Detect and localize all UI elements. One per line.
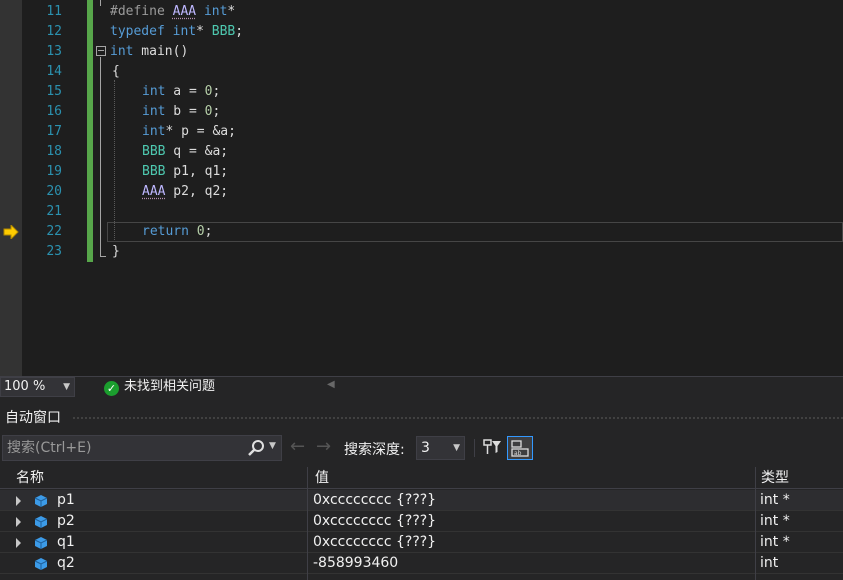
chevron-down-icon: ▼: [63, 382, 70, 392]
change-tracking-bar: [87, 0, 93, 262]
line-number: 11: [46, 4, 62, 19]
outline-end: [100, 256, 106, 257]
expand-arrow-icon[interactable]: [16, 538, 21, 548]
line-number: 12: [46, 24, 62, 39]
variable-value[interactable]: 0xcccccccc {???}: [313, 532, 436, 553]
arrow-right-icon[interactable]: →: [316, 436, 331, 458]
column-header-name[interactable]: 名称: [12, 467, 44, 489]
variables-grid: 名称 值 类型 p1 0xcccccccc {???} int * p2 0xc…: [0, 467, 843, 580]
code-line: typedef int* BBB;: [110, 24, 244, 39]
line-number: 13: [46, 44, 62, 59]
variable-type: int *: [760, 534, 790, 550]
variable-icon: [34, 495, 48, 507]
chevron-down-icon[interactable]: ▼: [269, 441, 276, 451]
expand-arrow-icon[interactable]: [16, 496, 21, 506]
table-row[interactable]: q1 0xcccccccc {???} int *: [0, 532, 843, 553]
collapse-toggle-icon[interactable]: [96, 46, 106, 56]
search-icon[interactable]: [247, 439, 265, 457]
variable-icon: [34, 537, 48, 549]
toolbar-separator: [474, 439, 475, 457]
line-number-gutter: 11 12 13 14 15 16 17 18 19 20 21 22 23: [22, 0, 62, 376]
code-line: AAA p2, q2;: [142, 184, 229, 199]
line-number: 18: [46, 144, 62, 159]
code-text[interactable]: #define AAA int* typedef int* BBB; int m…: [110, 0, 843, 376]
variable-name: p2: [57, 513, 75, 529]
variable-name: q2: [57, 555, 75, 571]
editor-status-strip: 100 % ▼ ✓ 未找到相关问题 ◀: [0, 376, 843, 397]
variable-type: int *: [760, 492, 790, 508]
table-row[interactable]: p1 0xcccccccc {???} int *: [0, 490, 843, 511]
code-editor[interactable]: 11 12 13 14 15 16 17 18 19 20 21 22 23 #…: [0, 0, 843, 376]
line-number: 17: [46, 124, 62, 139]
code-line: }: [112, 244, 120, 259]
code-line: int a = 0;: [142, 84, 221, 99]
table-row[interactable]: p2 0xcccccccc {???} int *: [0, 511, 843, 532]
variable-value[interactable]: 0xcccccccc {???}: [313, 511, 436, 532]
issues-text: 未找到相关问题: [124, 379, 216, 394]
column-divider[interactable]: [307, 467, 308, 580]
autos-window: 自动窗口 ▼ ← → 搜索深度: 3 ▼ ab: [0, 397, 843, 580]
column-header-value[interactable]: 值: [311, 467, 329, 489]
zoom-value: 100 %: [4, 379, 46, 394]
outline-line: [100, 57, 101, 257]
panel-title: 自动窗口: [5, 410, 61, 426]
code-line: int main(): [110, 44, 189, 59]
variable-name: q1: [57, 534, 75, 550]
scroll-left-icon[interactable]: ◀: [327, 379, 335, 390]
variable-type: int: [760, 555, 779, 571]
search-box[interactable]: ▼: [2, 435, 282, 461]
column-header-type[interactable]: 类型: [757, 467, 789, 489]
search-depth-value: 3: [421, 440, 430, 456]
variable-value[interactable]: -858993460: [313, 553, 398, 574]
code-line: int* p = &a;: [142, 124, 236, 139]
code-line: BBB q = &a;: [142, 144, 229, 159]
table-row[interactable]: q2 -858993460 int: [0, 553, 843, 574]
line-number: 23: [46, 244, 62, 259]
code-line: return 0;: [142, 224, 213, 239]
glyph-margin[interactable]: [0, 0, 22, 376]
panel-grip[interactable]: [72, 416, 843, 420]
line-number: 16: [46, 104, 62, 119]
search-input[interactable]: [3, 436, 243, 460]
hex-display-toggle[interactable]: ab: [507, 436, 533, 460]
search-depth-label: 搜索深度:: [344, 442, 405, 458]
zoom-dropdown[interactable]: 100 % ▼: [0, 377, 75, 397]
check-circle-icon: ✓: [104, 381, 119, 396]
code-line: #define AAA int*: [110, 4, 236, 19]
column-divider[interactable]: [755, 467, 756, 580]
variable-value[interactable]: 0xcccccccc {???}: [313, 490, 436, 511]
line-number: 22: [46, 224, 62, 239]
issues-indicator[interactable]: ✓ 未找到相关问题: [104, 378, 215, 396]
line-number: 19: [46, 164, 62, 179]
code-line: BBB p1, q1;: [142, 164, 229, 179]
variable-name: p1: [57, 492, 75, 508]
line-number: 14: [46, 64, 62, 79]
svg-text:ab: ab: [514, 450, 522, 457]
variable-icon: [34, 516, 48, 528]
line-number: 20: [46, 184, 62, 199]
search-depth-dropdown[interactable]: 3 ▼: [416, 436, 465, 460]
line-number: 15: [46, 84, 62, 99]
execution-pointer-icon: [3, 225, 19, 239]
chevron-down-icon: ▼: [453, 443, 460, 453]
code-line: int b = 0;: [142, 104, 221, 119]
pin-filter-icon[interactable]: [481, 437, 503, 459]
variable-type: int *: [760, 513, 790, 529]
grid-header: 名称 值 类型: [0, 467, 843, 489]
variable-icon: [34, 558, 48, 570]
arrow-left-icon[interactable]: ←: [290, 436, 305, 458]
outline-line: [100, 0, 101, 6]
line-number: 21: [46, 204, 62, 219]
code-line: {: [112, 64, 120, 79]
autos-toolbar: ▼ ← → 搜索深度: 3 ▼ ab: [0, 433, 843, 463]
expand-arrow-icon[interactable]: [16, 517, 21, 527]
hexadecimal-icon: ab: [511, 440, 529, 457]
